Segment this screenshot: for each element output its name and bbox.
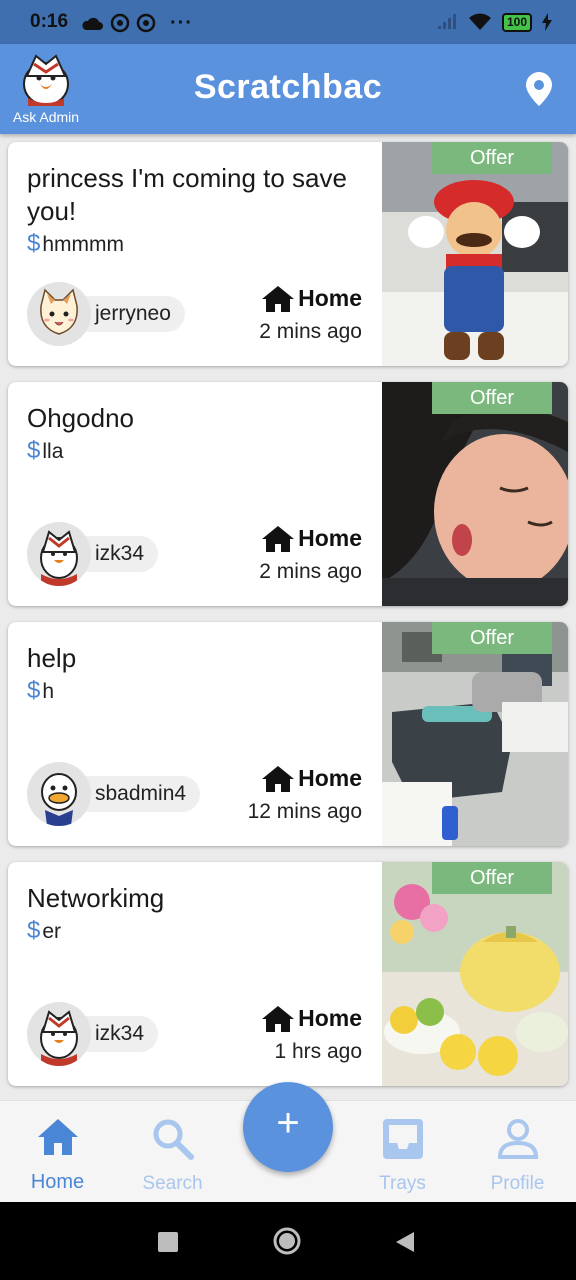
listing-title: help (27, 643, 77, 673)
cloud-icon (82, 17, 103, 30)
avatar (27, 522, 91, 586)
listing-price-text: hmmmm (42, 233, 125, 256)
penguin-avatar-icon (27, 1002, 91, 1066)
listing-photo[interactable]: Offer (382, 622, 568, 846)
listing-card[interactable]: help $h sbadmin4 Home 12 mins ago Offer (8, 622, 568, 846)
sleeping-person-image (382, 382, 568, 606)
ask-admin-label: Ask Admin (12, 109, 80, 125)
mario-figurine-image (382, 142, 568, 366)
listing-feed[interactable]: princess I'm coming to save you! $hmmmm … (0, 134, 576, 1100)
cellular-signal-icon (437, 14, 456, 29)
user-chip[interactable]: izk34 (27, 522, 227, 586)
location-pin-icon (526, 72, 552, 106)
listing-price-text: lla (42, 440, 64, 463)
listing-price: $lla (27, 437, 63, 465)
posted-time: 2 mins ago (259, 320, 362, 343)
app-title: Scratchbac (193, 68, 383, 106)
offer-badge: Offer (432, 622, 552, 654)
nav-trays[interactable]: Trays (345, 1101, 460, 1203)
offer-badge: Offer (432, 862, 552, 894)
listing-price: $h (27, 677, 54, 705)
offer-badge: Offer (432, 382, 552, 414)
location-tag: Home (262, 525, 362, 552)
user-chip[interactable]: izk34 (27, 1002, 227, 1066)
dollar-icon: $ (27, 677, 41, 704)
listing-price-text: er (42, 920, 62, 943)
wifi-icon (468, 13, 491, 30)
home-icon (262, 1005, 295, 1032)
listing-photo[interactable]: Offer (382, 382, 568, 606)
at-sign-icon (110, 13, 130, 33)
listing-card[interactable]: princess I'm coming to save you! $hmmmm … (8, 142, 568, 366)
recents-button[interactable] (158, 1232, 178, 1257)
status-bar: 0:16 ··· 100 (0, 0, 576, 44)
nav-profile[interactable]: Profile (460, 1101, 575, 1203)
tray-icon (383, 1119, 423, 1159)
nav-profile-label: Profile (490, 1173, 545, 1194)
back-button[interactable] (394, 1230, 416, 1259)
avatar (27, 1002, 91, 1066)
listing-price-text: h (42, 680, 55, 703)
nav-search[interactable]: Search (115, 1101, 230, 1203)
location-tag: Home (262, 285, 362, 312)
location-tag: Home (262, 765, 362, 792)
nav-trays-label: Trays (379, 1173, 426, 1194)
penguin-avatar-icon (27, 522, 91, 586)
listing-title: princess I'm coming to save you! (27, 163, 347, 226)
circle-icon (273, 1227, 301, 1255)
location-label: Home (298, 525, 362, 551)
listing-card[interactable]: Networkimg $er izk34 Home 1 hrs ago Offe… (8, 862, 568, 1086)
listing-photo[interactable]: Offer (382, 862, 568, 1086)
location-label: Home (298, 285, 362, 311)
listing-price: $er (27, 917, 61, 945)
nav-search-label: Search (142, 1173, 203, 1194)
battery-icon: 100 (501, 12, 532, 32)
avatar (27, 282, 91, 346)
dollar-icon: $ (27, 917, 41, 944)
charging-bolt-icon (542, 13, 552, 31)
system-navigation-bar (0, 1202, 576, 1280)
status-time: 0:16 (30, 11, 69, 32)
posted-time: 1 hrs ago (274, 1040, 362, 1063)
square-icon (158, 1232, 178, 1252)
dollar-icon: $ (27, 437, 41, 464)
profile-icon (497, 1119, 539, 1159)
plus-icon: + (276, 1101, 300, 1145)
location-label: Home (298, 1005, 362, 1031)
listing-card[interactable]: Ohgodno $lla izk34 Home 2 mins ago Offer (8, 382, 568, 606)
nav-home[interactable]: Home (0, 1101, 115, 1203)
back-triangle-icon (396, 1232, 414, 1252)
duck-avatar-icon (27, 762, 91, 826)
listing-title: Ohgodno (27, 403, 134, 433)
listing-photo[interactable]: Offer (382, 142, 568, 366)
at-sign-icon-2 (136, 13, 156, 33)
add-listing-button[interactable]: + (243, 1082, 333, 1172)
location-label: Home (298, 765, 362, 791)
cat-avatar-icon (27, 282, 91, 346)
home-icon (262, 285, 295, 312)
nav-home-label: Home (30, 1171, 85, 1193)
listing-price: $hmmmm (27, 230, 124, 258)
dollar-icon: $ (27, 230, 41, 257)
tea-and-lemons-image (382, 862, 568, 1086)
location-pin-button[interactable] (526, 72, 552, 111)
home-icon (38, 1119, 78, 1155)
home-icon (262, 525, 295, 552)
office-couch-image (382, 622, 568, 846)
user-chip[interactable]: sbadmin4 (27, 762, 227, 826)
location-tag: Home (262, 1005, 362, 1032)
user-chip[interactable]: jerryneo (27, 282, 227, 346)
listing-title: Networkimg (27, 883, 165, 913)
app-bar: Ask Admin Scratchbac (0, 44, 576, 134)
posted-time: 12 mins ago (247, 800, 362, 823)
posted-time: 2 mins ago (259, 560, 362, 583)
search-icon (153, 1119, 194, 1160)
home-icon (262, 765, 295, 792)
more-notifications-icon: ··· (170, 11, 193, 34)
offer-badge: Offer (432, 142, 552, 174)
home-system-button[interactable] (272, 1226, 302, 1261)
avatar (27, 762, 91, 826)
